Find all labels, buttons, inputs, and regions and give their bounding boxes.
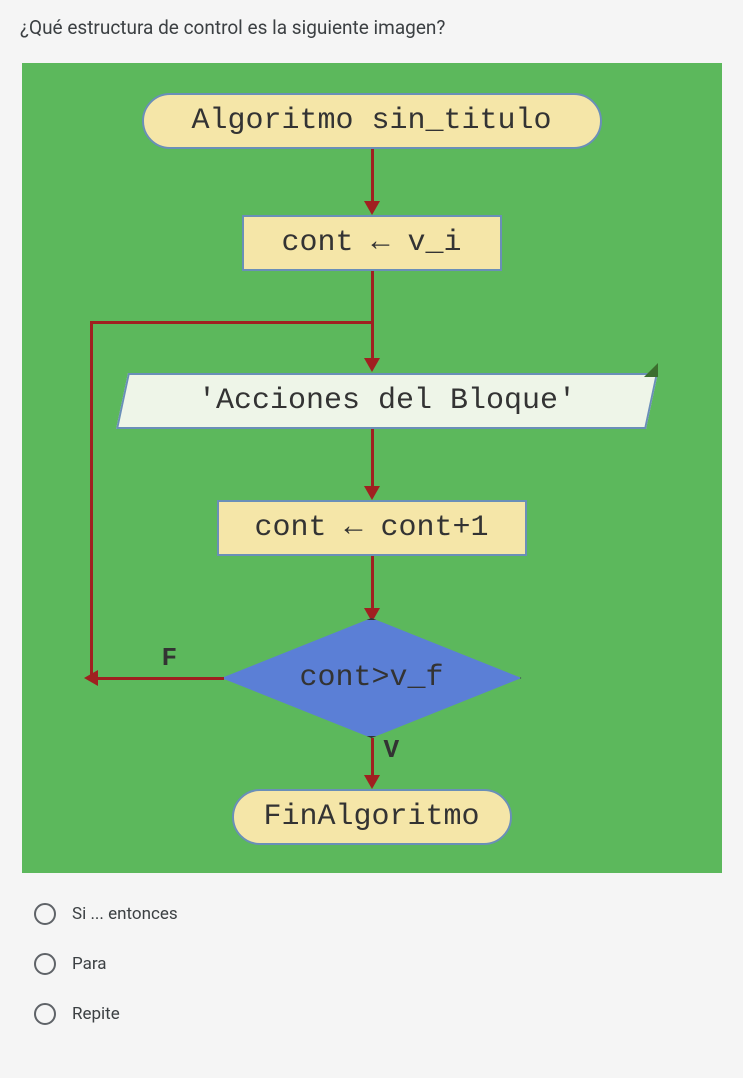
io-arrow-icon xyxy=(644,363,658,377)
arrow-line xyxy=(92,677,224,680)
arrow-head-down xyxy=(364,201,380,215)
flowchart-increment-node: cont ← cont+1 xyxy=(217,500,527,556)
option-si-entonces[interactable]: Si ... entonces xyxy=(34,903,723,925)
arrow-line xyxy=(92,321,374,324)
option-label: Si ... entonces xyxy=(72,904,178,924)
flowchart-image: Algoritmo sin_titulo cont ← v_i 'Accione… xyxy=(22,63,722,873)
flowchart-end-node: FinAlgoritmo xyxy=(232,789,512,845)
option-para[interactable]: Para xyxy=(34,953,723,975)
arrow-head-down xyxy=(364,358,380,372)
arrow-line xyxy=(90,321,93,680)
flowchart-init-node: cont ← v_i xyxy=(242,215,502,271)
flowchart-body-node: 'Acciones del Bloque' xyxy=(116,373,658,429)
arrow-head-down xyxy=(364,775,380,789)
question-container: ¿Qué estructura de control es la siguien… xyxy=(0,0,743,873)
false-branch-label: F xyxy=(162,643,178,673)
arrow-line xyxy=(371,738,374,778)
flowchart-start-text: Algoritmo sin_titulo xyxy=(191,104,551,138)
arrow-head-down xyxy=(364,486,380,500)
arrow-line xyxy=(371,271,374,361)
flowchart-init-text: cont ← v_i xyxy=(281,226,461,260)
flowchart-decision-node: cont>v_f xyxy=(222,618,522,738)
option-repite[interactable]: Repite xyxy=(34,1003,723,1025)
option-label: Para xyxy=(72,954,107,974)
radio-icon xyxy=(34,1003,56,1025)
flowchart-end-text: FinAlgoritmo xyxy=(263,800,479,834)
option-label: Repite xyxy=(72,1004,120,1024)
question-text: ¿Qué estructura de control es la siguien… xyxy=(20,16,723,39)
arrow-line xyxy=(371,556,374,611)
flowchart-body-text: 'Acciones del Bloque' xyxy=(197,384,575,418)
answer-options: Si ... entonces Para Repite xyxy=(0,893,743,1073)
radio-icon xyxy=(34,903,56,925)
arrow-line xyxy=(371,429,374,489)
flowchart-start-node: Algoritmo sin_titulo xyxy=(142,93,602,149)
arrow-line xyxy=(371,149,374,204)
flowchart-decision-text: cont>v_f xyxy=(299,661,443,695)
true-branch-label: V xyxy=(384,735,400,765)
flowchart-increment-text: cont ← cont+1 xyxy=(254,511,488,545)
radio-icon xyxy=(34,953,56,975)
